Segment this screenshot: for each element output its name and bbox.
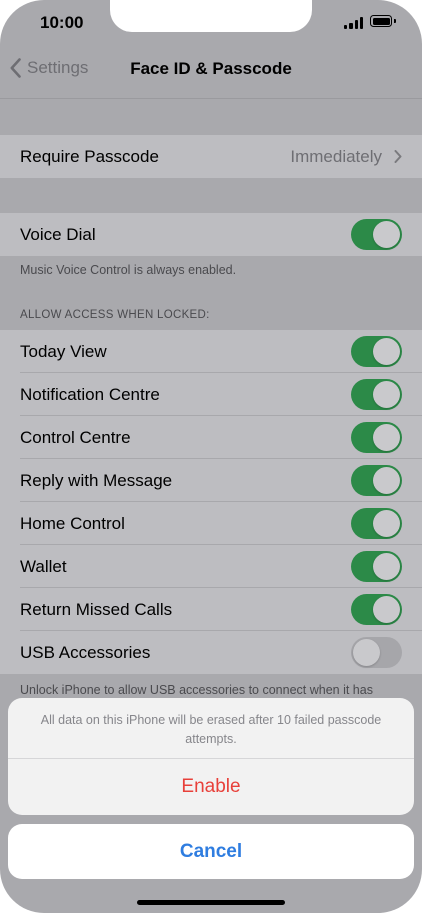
list-item: Notification Centre [0, 373, 422, 416]
reply-with-message-toggle[interactable] [351, 465, 402, 496]
control-centre-toggle[interactable] [351, 422, 402, 453]
notification-centre-toggle[interactable] [351, 379, 402, 410]
list-item-label: Return Missed Calls [20, 600, 173, 619]
list-item: Today View [0, 330, 422, 373]
enable-button[interactable]: Enable [8, 759, 414, 815]
cancel-button[interactable]: Cancel [8, 824, 414, 879]
navigation-bar: Settings Face ID & Passcode [0, 46, 422, 90]
battery-icon [370, 15, 392, 27]
list-item: USB Accessories [0, 631, 422, 674]
divider [0, 98, 422, 99]
list-item: Home Control [0, 502, 422, 545]
require-passcode-row[interactable]: Require Passcode Immediately [0, 135, 422, 178]
usb-accessories-toggle[interactable] [351, 637, 402, 668]
page-title: Face ID & Passcode [130, 59, 292, 78]
status-bar: 10:00 [0, 0, 422, 46]
list-item-label: Wallet [20, 557, 67, 576]
today-view-toggle[interactable] [351, 336, 402, 367]
list-item-label: Today View [20, 342, 107, 361]
require-passcode-value: Immediately [290, 147, 382, 166]
list-item: Reply with Message [0, 459, 422, 502]
chevron-right-icon [394, 150, 402, 163]
list-item: Return Missed Calls [0, 588, 422, 631]
signal-icon [344, 16, 364, 29]
voice-dial-footnote: Music Voice Control is always enabled. [20, 263, 237, 277]
action-sheet-message: All data on this iPhone will be erased a… [40, 713, 382, 746]
list-item-label: Control Centre [20, 428, 131, 447]
list-item-label: Home Control [20, 514, 125, 533]
voice-dial-toggle[interactable] [351, 219, 402, 250]
home-control-toggle[interactable] [351, 508, 402, 539]
list-item-label: USB Accessories [20, 643, 151, 662]
battery-tip [394, 19, 396, 23]
status-time: 10:00 [40, 13, 84, 32]
list-item: Wallet [0, 545, 422, 588]
require-passcode-label: Require Passcode [20, 147, 159, 166]
return-missed-calls-toggle[interactable] [351, 594, 402, 625]
notch [110, 0, 312, 32]
action-sheet: All data on this iPhone will be erased a… [8, 698, 414, 815]
wallet-toggle[interactable] [351, 551, 402, 582]
section-header-locked-access: ALLOW ACCESS WHEN LOCKED: [20, 309, 210, 321]
list-item-label: Notification Centre [20, 385, 160, 404]
home-indicator[interactable] [137, 900, 285, 905]
phone-screen: 10:00 Settings Face ID & Passcode Requir… [0, 0, 422, 913]
list-item-label: Reply with Message [20, 471, 173, 490]
usb-accessories-footnote: Unlock iPhone to allow USB accessories t… [20, 683, 373, 697]
voice-dial-label: Voice Dial [20, 225, 96, 244]
list-item: Control Centre [0, 416, 422, 459]
voice-dial-row: Voice Dial [0, 213, 422, 256]
